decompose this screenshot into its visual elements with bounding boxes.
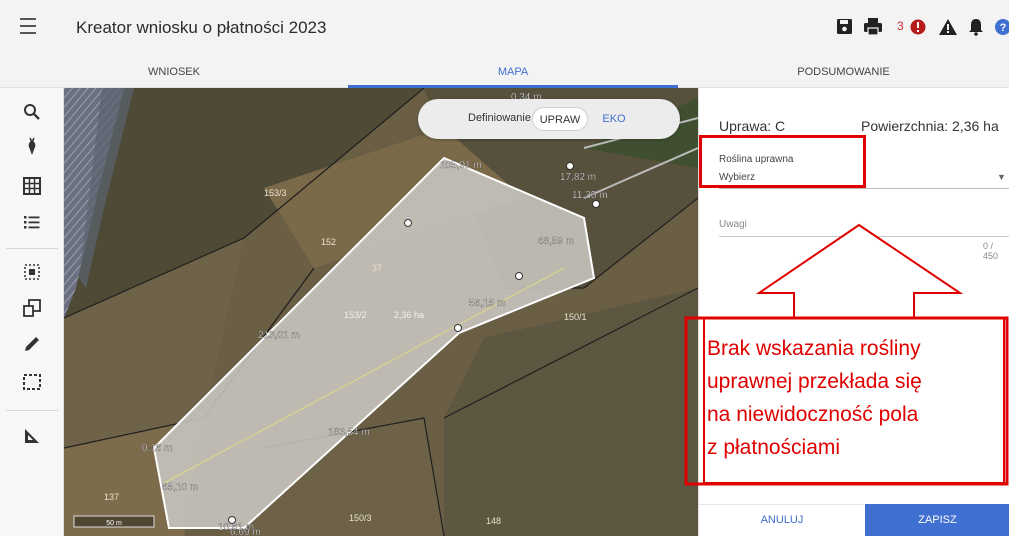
rail-divider (6, 248, 58, 249)
error-count: 3 (897, 19, 904, 33)
select-area-icon[interactable] (20, 260, 44, 284)
map-view[interactable]: 153/3 152 37 150/1 137 150/3 148 153/2 2… (64, 88, 698, 536)
parcel-label: 148 (486, 516, 501, 526)
measure-label: 183,54 m (328, 427, 370, 438)
save-button[interactable]: ZAPISZ (865, 504, 1009, 536)
measure-label: 213,01 m (258, 330, 300, 341)
measure-label: 105,91 m (440, 160, 482, 171)
toggle-option-upraw[interactable]: UPRAW (532, 107, 588, 131)
annotation-line: Brak wskazania rośliny (707, 337, 921, 360)
measure-label: 11,35 m (572, 190, 607, 201)
toggle-label: Definiowanie (468, 112, 531, 124)
crop-select-underline (719, 188, 1009, 189)
scale-label: 50 m (106, 520, 122, 527)
list-icon[interactable] (20, 210, 44, 234)
parcel-label: 153/2 (344, 310, 367, 320)
top-app-bar: Kreator wniosku o płatności 2023 3 ? (0, 0, 1009, 58)
measure-label: 65,10 m (162, 482, 198, 493)
measure-label: 6,69 m (230, 527, 261, 536)
toggle-option-eko[interactable]: EKO (594, 107, 634, 131)
tab-wniosek[interactable]: WNIOSEK (0, 58, 348, 88)
scale-bar: 50 m (73, 515, 155, 528)
pencil-icon[interactable] (20, 332, 44, 356)
plant-icon[interactable] (20, 136, 44, 160)
cancel-button[interactable]: ANULUJ (699, 504, 865, 536)
annotation-highlight-box (699, 135, 866, 188)
parcel-label: 150/3 (349, 513, 372, 523)
tab-mapa[interactable]: MAPA (348, 58, 678, 88)
annotation-line: na niewidoczność pola (707, 403, 919, 426)
grid-icon[interactable] (20, 174, 44, 198)
parcel-label: 152 (321, 237, 336, 247)
parcel-label: 150/1 (564, 312, 587, 322)
bell-icon[interactable] (966, 16, 986, 38)
menu-icon[interactable] (20, 18, 42, 36)
warning-icon[interactable] (938, 16, 958, 38)
error-icon[interactable] (908, 16, 928, 38)
tab-bar: WNIOSEK MAPA PODSUMOWANIE (0, 58, 1009, 88)
copy-shapes-icon[interactable] (20, 296, 44, 320)
annotation-line: z płatnościami (707, 436, 841, 459)
svg-text:?: ? (1000, 22, 1007, 34)
measure-icon[interactable] (20, 424, 44, 448)
crop-title: Uprawa: C (719, 118, 786, 134)
area-value: Powierzchnia: 2,36 ha (861, 118, 999, 134)
definition-toggle: Definiowanie UPRAW EKO (418, 99, 680, 139)
map-canvas[interactable]: 153/3 152 37 150/1 137 150/3 148 153/2 2… (64, 88, 698, 536)
parcel-label: 153/3 (264, 188, 287, 198)
search-icon[interactable] (20, 100, 44, 124)
parcel-area-label: 2,36 ha (394, 310, 424, 320)
measure-label: 0,16 m (142, 443, 173, 454)
measure-label: 56,15 m (469, 298, 505, 309)
annotation-text: Brak wskazania rośliny uprawnej przekład… (707, 332, 1007, 464)
tab-podsumowanie[interactable]: PODSUMOWANIE (678, 58, 1009, 88)
map-tool-rail (0, 88, 64, 536)
annotation-line: uprawnej przekłada się (707, 370, 922, 393)
parcel-label: 137 (104, 492, 119, 502)
save-icon[interactable] (835, 16, 855, 38)
parcel-label: 37 (372, 263, 382, 273)
frame-icon[interactable] (20, 370, 44, 394)
rail-divider (6, 410, 58, 411)
help-icon[interactable]: ? (993, 16, 1009, 38)
print-icon[interactable] (863, 16, 883, 38)
measure-label: 17,82 m (560, 172, 596, 183)
measure-label: 68,59 m (538, 236, 574, 247)
chevron-down-icon[interactable]: ▼ (997, 172, 1006, 182)
app-title: Kreator wniosku o płatności 2023 (76, 18, 327, 37)
